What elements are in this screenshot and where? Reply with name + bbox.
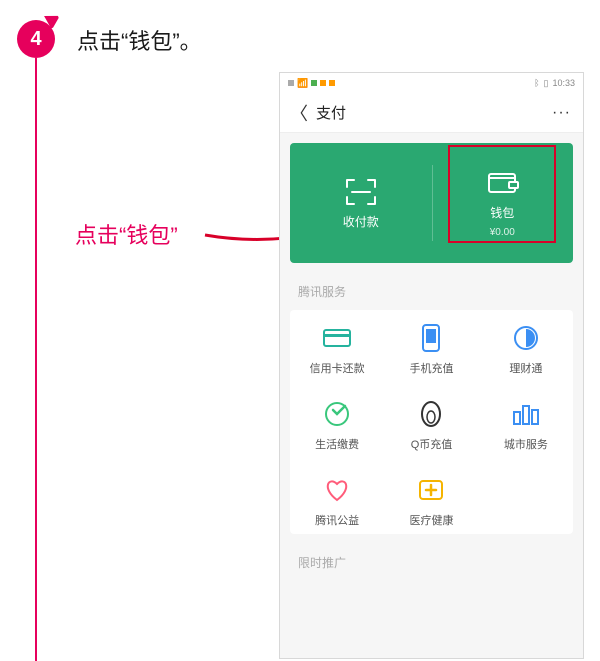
service-credit-card[interactable]: 信用卡还款 bbox=[290, 324, 384, 376]
pay-collect-label: 收付款 bbox=[343, 213, 379, 230]
more-icon[interactable]: ··· bbox=[552, 104, 571, 122]
section-label-promo: 限时推广 bbox=[298, 554, 583, 571]
penguin-icon bbox=[417, 400, 445, 428]
step-title: 点击“钱包”。 bbox=[77, 24, 202, 56]
city-icon bbox=[512, 400, 540, 428]
signal-icon: 📶 bbox=[297, 78, 308, 89]
status-icon bbox=[329, 80, 335, 86]
callout-text: 点击“钱包” bbox=[75, 218, 178, 250]
payment-panel: 收付款 钱包 ¥0.00 bbox=[290, 143, 573, 263]
nav-bar: 〈 支付 ··· bbox=[280, 93, 583, 133]
status-icon bbox=[311, 80, 317, 86]
service-utilities[interactable]: 生活缴费 bbox=[290, 400, 384, 452]
service-label: 理财通 bbox=[509, 360, 542, 376]
wallet-button[interactable]: 钱包 ¥0.00 bbox=[432, 143, 574, 263]
service-licaitong[interactable]: 理财通 bbox=[479, 324, 573, 376]
service-qcoin[interactable]: Q币充值 bbox=[384, 400, 478, 452]
bluetooth-icon: ᛒ bbox=[534, 78, 539, 88]
battery-icon: ▯ bbox=[544, 78, 549, 89]
service-label: 手机充值 bbox=[409, 360, 453, 376]
wallet-icon bbox=[485, 168, 519, 198]
section-label-services: 腾讯服务 bbox=[298, 283, 583, 300]
back-icon[interactable]: 〈 bbox=[290, 100, 316, 126]
scan-icon bbox=[344, 177, 378, 207]
service-label: Q币充值 bbox=[411, 436, 453, 452]
status-icon bbox=[288, 80, 294, 86]
service-city[interactable]: 城市服务 bbox=[479, 400, 573, 452]
service-label: 医疗健康 bbox=[409, 512, 453, 528]
service-label: 城市服务 bbox=[504, 436, 548, 452]
services-grid: 信用卡还款 手机充值 理财通 生活缴费 Q币充值 bbox=[290, 310, 573, 534]
service-phone-topup[interactable]: 手机充值 bbox=[384, 324, 478, 376]
service-label: 信用卡还款 bbox=[310, 360, 365, 376]
service-health[interactable]: 医疗健康 bbox=[384, 476, 478, 528]
phone-screenshot: 📶 ᛒ ▯ 10:33 〈 支付 ··· 收付款 钱包 ¥0.00 bbox=[279, 72, 584, 659]
wallet-amount: ¥0.00 bbox=[490, 227, 515, 238]
wallet-label: 钱包 bbox=[490, 204, 514, 221]
status-left-icons: 📶 bbox=[288, 78, 335, 89]
service-label: 腾讯公益 bbox=[315, 512, 359, 528]
guide-vertical-line bbox=[35, 58, 37, 661]
heart-icon bbox=[323, 476, 351, 504]
step-bullet: 4 bbox=[17, 20, 55, 58]
credit-card-icon bbox=[323, 324, 351, 352]
pay-collect-button[interactable]: 收付款 bbox=[290, 143, 432, 263]
status-time: 10:33 bbox=[552, 78, 575, 88]
status-bar: 📶 ᛒ ▯ 10:33 bbox=[280, 73, 583, 93]
medical-icon bbox=[417, 476, 445, 504]
finance-icon bbox=[512, 324, 540, 352]
service-label: 生活缴费 bbox=[315, 436, 359, 452]
nav-title: 支付 bbox=[316, 102, 346, 123]
service-charity[interactable]: 腾讯公益 bbox=[290, 476, 384, 528]
step-number: 4 bbox=[30, 28, 41, 51]
phone-icon bbox=[417, 324, 445, 352]
utilities-icon bbox=[323, 400, 351, 428]
status-icon bbox=[320, 80, 326, 86]
